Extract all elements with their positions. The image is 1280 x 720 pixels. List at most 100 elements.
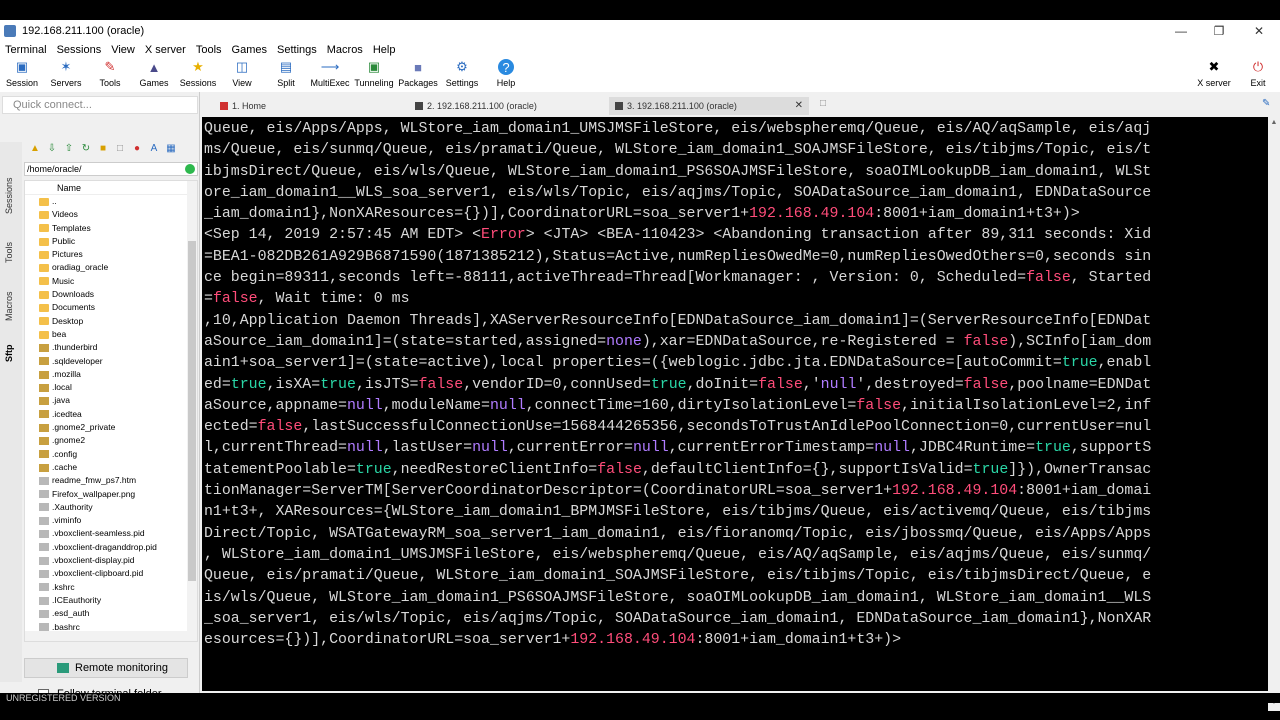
file-list-item[interactable]: oradiag_oracle (25, 261, 197, 274)
menu-macros[interactable]: Macros (322, 42, 368, 58)
download-icon[interactable]: ⇩ (45, 142, 59, 156)
scroll-up-icon[interactable]: ▲ (1270, 119, 1278, 126)
new-folder-icon[interactable]: ■ (96, 142, 110, 156)
menu-view[interactable]: View (106, 42, 140, 58)
file-list-item[interactable]: .mozilla (25, 368, 197, 381)
file-list-item[interactable]: .esd_auth (25, 607, 197, 620)
file-list-item[interactable]: Templates (25, 222, 197, 235)
file-list-item[interactable]: .vboxclient-clipboard.pid (25, 567, 197, 580)
file-list-item[interactable]: Firefox_wallpaper.png (25, 488, 197, 501)
file-list-item[interactable]: .config (25, 448, 197, 461)
file-list-item[interactable]: .sqldeveloper (25, 355, 197, 368)
file-list-item[interactable]: .viminfo (25, 514, 197, 527)
help-button[interactable]: ? Help (484, 58, 528, 92)
file-list-hscroll[interactable] (25, 631, 197, 641)
menu-x-server[interactable]: X server (140, 42, 191, 58)
file-list-item[interactable]: .vboxclient-display.pid (25, 554, 197, 567)
file-list-item[interactable]: .. (25, 195, 197, 208)
exit-button[interactable]: ⏻ Exit (1236, 58, 1280, 92)
file-list-item[interactable]: Documents (25, 301, 197, 314)
quick-connect-input[interactable]: Quick connect... (2, 96, 198, 114)
file-list-item[interactable]: .ICEauthority (25, 594, 197, 607)
file-list-item[interactable]: .gnome2_private (25, 421, 197, 434)
session-tab-3[interactable]: 3. 192.168.211.100 (oracle) ✕ (609, 97, 809, 115)
vtab-sftp[interactable]: Sftp (4, 338, 18, 368)
x-server-button[interactable]: ✖ X server (1192, 58, 1236, 92)
new-file-icon[interactable]: □ (113, 142, 127, 156)
file-list-item[interactable]: Pictures (25, 248, 197, 261)
file-list-item[interactable]: Downloads (25, 288, 197, 301)
delete-icon[interactable]: ● (130, 142, 144, 156)
tools-button[interactable]: ✎ Tools (88, 58, 132, 92)
file-list-item[interactable]: Videos (25, 208, 197, 221)
tunneling-button[interactable]: ▣ Tunneling (352, 58, 396, 92)
sessions-button[interactable]: ★ Sessions (176, 58, 220, 92)
menu-games[interactable]: Games (227, 42, 272, 58)
file-list-item[interactable]: .java (25, 394, 197, 407)
file-icon (39, 543, 49, 552)
split-icon: ▤ (279, 59, 293, 74)
menu-tools[interactable]: Tools (191, 42, 227, 58)
terminal-line: _iam_domain1},NonXAResources={})],Coordi… (204, 206, 1080, 223)
terminal-line: ms/Queue, eis/sunmq/Queue, eis/pramati/Q… (204, 142, 1152, 159)
terminal-scrollbar[interactable]: ▲ ▼ (1268, 117, 1280, 711)
folder-icon (39, 410, 49, 419)
file-list-item[interactable]: .cache (25, 461, 197, 474)
menu-terminal[interactable]: Terminal (0, 42, 52, 58)
terminal-view[interactable]: Queue, eis/Apps/Apps, WLStore_iam_domain… (202, 117, 1268, 691)
vtab-tools[interactable]: Tools (4, 232, 18, 272)
file-list-item[interactable]: Music (25, 275, 197, 288)
menu-sessions[interactable]: Sessions (52, 42, 107, 58)
file-list-item[interactable]: Desktop (25, 315, 197, 328)
terminal-line: ain1+soa_server1]=(state=active),local p… (204, 355, 1152, 372)
terminal-line: tionManager=ServerTM[ServerCoordinatorDe… (204, 483, 1152, 500)
view-button[interactable]: ◫ View (220, 58, 264, 92)
session-tab-2[interactable]: 2. 192.168.211.100 (oracle) (409, 97, 609, 115)
vtab-sessions[interactable]: Sessions (4, 166, 18, 226)
packages-button[interactable]: ■ Packages (396, 58, 440, 92)
split-button[interactable]: ▤ Split (264, 58, 308, 92)
file-icon (39, 583, 49, 592)
file-list-item[interactable]: .vboxclient-seamless.pid (25, 527, 197, 540)
path-text: /home/oracle/ (27, 164, 82, 174)
menu-settings[interactable]: Settings (272, 42, 322, 58)
file-list-item[interactable]: .local (25, 381, 197, 394)
filter-icon[interactable]: ▦ (164, 142, 178, 156)
menu-help[interactable]: Help (368, 42, 401, 58)
path-ok-icon[interactable] (185, 164, 195, 174)
multiexec-button[interactable]: ⟶ MultiExec (308, 58, 352, 92)
folder-icon (39, 277, 49, 286)
close-icon[interactable]: ✕ (1240, 22, 1278, 40)
file-list-item[interactable]: Public (25, 235, 197, 248)
file-list-item[interactable]: .icedtea (25, 408, 197, 421)
games-button[interactable]: ▲ Games (132, 58, 176, 92)
file-list-vscroll[interactable] (187, 181, 197, 641)
vtab-macros[interactable]: Macros (4, 282, 18, 330)
file-name: bea (52, 328, 67, 339)
text-icon[interactable]: A (147, 142, 161, 156)
session-button[interactable]: ▣ Session (0, 58, 44, 92)
column-header-name[interactable]: Name (25, 181, 197, 195)
path-field[interactable]: /home/oracle/ (24, 162, 198, 176)
new-tab-icon[interactable]: □ (820, 98, 826, 109)
terminal-icon (615, 102, 623, 110)
restore-icon[interactable]: ❐ (1200, 22, 1238, 40)
refresh-icon[interactable]: ↻ (79, 142, 93, 156)
file-icon (39, 476, 49, 485)
file-list-item[interactable]: .kshrc (25, 581, 197, 594)
close-tab-icon[interactable]: ✕ (795, 97, 803, 115)
settings-button[interactable]: ⚙ Settings (440, 58, 484, 92)
remote-monitoring-button[interactable]: Remote monitoring (24, 658, 188, 678)
session-tab-1[interactable]: 1. Home (214, 97, 409, 115)
upload-icon[interactable]: ⇧ (62, 142, 76, 156)
file-list-item[interactable]: readme_fmw_ps7.htm (25, 474, 197, 487)
file-list-item[interactable]: .gnome2 (25, 434, 197, 447)
file-list-item[interactable]: bea (25, 328, 197, 341)
file-list-item[interactable]: .thunderbird (25, 341, 197, 354)
attach-icon[interactable]: ✎ (1262, 98, 1270, 109)
file-list-item[interactable]: .Xauthority (25, 501, 197, 514)
file-list-item[interactable]: .vboxclient-draganddrop.pid (25, 541, 197, 554)
minimize-icon[interactable]: — (1162, 22, 1200, 40)
folder-up-icon[interactable]: ▲ (28, 142, 42, 156)
servers-button[interactable]: ✶ Servers (44, 58, 88, 92)
